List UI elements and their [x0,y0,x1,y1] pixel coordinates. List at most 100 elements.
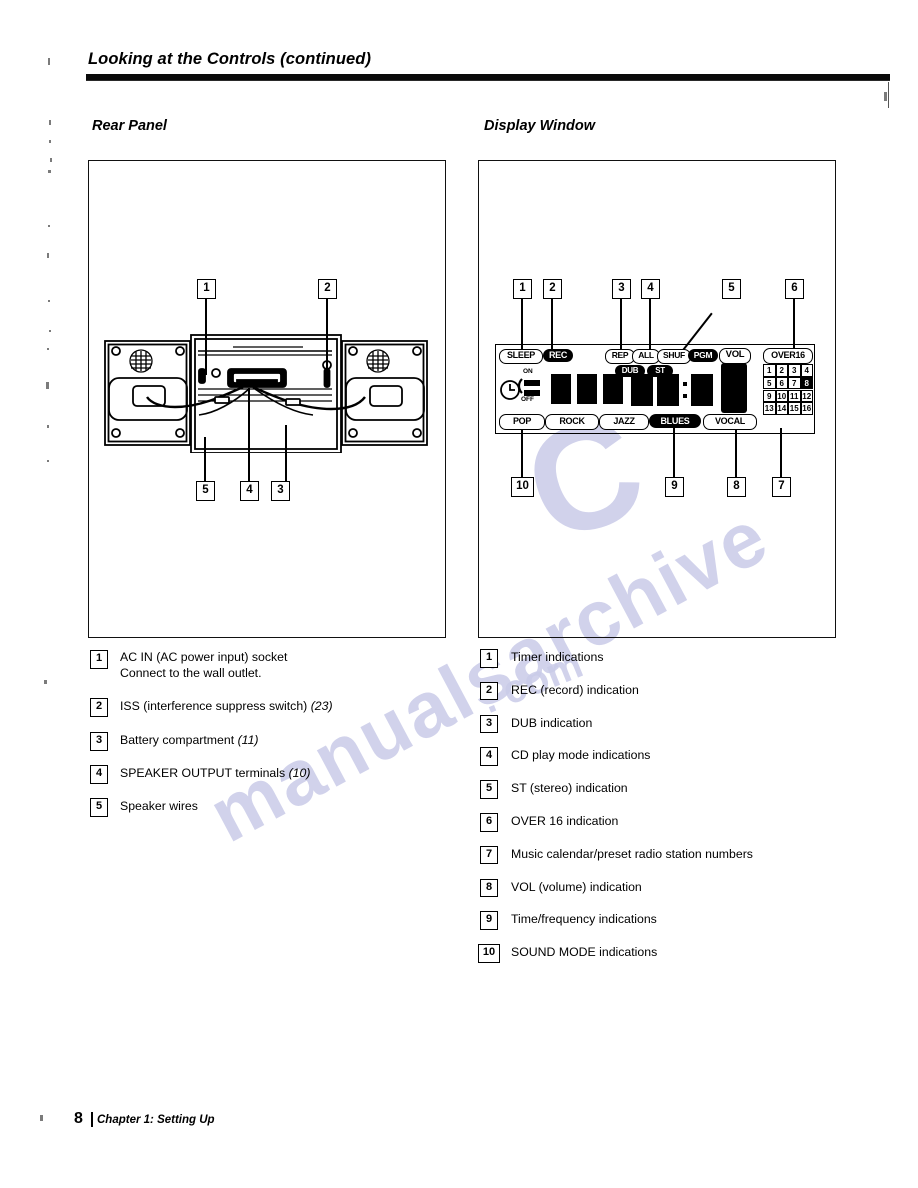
lcd-vol-label: VOL [719,348,751,364]
lcd-over16-indicator: OVER16 [763,348,813,364]
rear-callout-4: 4 [240,481,259,501]
display-leader-9 [673,428,675,477]
scan-artifact [884,92,887,101]
display-legend-text-3: DUB indication [511,715,593,730]
display-legend-text-5: ST (stereo) indication [511,781,628,796]
display-legend-num-9: 9 [480,911,498,930]
footer-page-number: 8 [74,1110,83,1127]
lcd-calendar-cell-6: 6 [775,376,788,390]
lcd-calendar-cell-1: 1 [763,364,776,377]
lcd-timer-off-label: OFF [521,396,534,403]
lcd-calendar-cell-14: 14 [775,402,788,415]
lcd-program-indicator: PGM [688,349,718,362]
display-callout-8: 8 [727,477,746,497]
scan-artifact [48,225,50,227]
section-heading-rear-panel: Rear Panel [92,118,167,134]
scan-artifact [49,330,51,332]
column-divider [888,82,889,108]
rear-legend-text-3-main: Battery compartment [120,733,235,747]
lcd-colon-top [683,382,687,386]
lcd-all-indicator: ALL [632,349,660,364]
lcd-colon-bottom [683,394,687,398]
scan-artifact [40,1115,43,1121]
lcd-calendar-cell-16: 16 [800,402,813,415]
lcd-calendar-cell-3: 3 [788,364,801,377]
rear-legend-text-1: AC IN (AC power input) socket Connect to… [120,650,287,681]
rear-legend-num-1: 1 [90,650,108,669]
scan-artifact [47,348,49,350]
rear-legend-num-4: 4 [90,765,108,784]
rear-legend-page-4: (10) [288,766,311,780]
lcd-shuffle-indicator: SHUF [657,349,691,364]
display-legend-num-1: 1 [480,649,498,668]
rear-legend-num-2: 2 [90,698,108,717]
lcd-char-3 [603,374,623,404]
lcd-calendar-cell-11: 11 [788,389,801,403]
lcd-sound-mode-rock: ROCK [545,414,599,430]
rear-legend-text-2-main: ISS (interference suppress switch) [120,699,308,713]
rear-legend-page-3: (11) [237,733,259,747]
lcd-sound-mode-pop: POP [499,414,545,430]
rear-legend-num-5: 5 [90,798,108,817]
display-legend-text-7: Music calendar/preset radio station numb… [511,846,753,861]
display-legend-text-6: OVER 16 indication [511,814,619,828]
lcd-digit-2 [657,374,679,406]
rear-legend-text-2: ISS (interference suppress switch) (23) [120,699,333,715]
display-legend-num-6: 6 [480,813,498,832]
lcd-calendar-cell-10: 10 [775,389,788,403]
display-legend-text-4: CD play mode indications [511,748,651,763]
section-heading-display-window: Display Window [484,118,596,134]
lcd-sound-mode-jazz: JAZZ [599,414,649,430]
display-legend-text-10: SOUND MODE indications [511,945,658,960]
scan-artifact [47,253,49,258]
page-title: Looking at the Controls (continued) [88,50,372,68]
display-callout-7: 7 [772,477,791,497]
rear-legend-text-4: SPEAKER OUTPUT terminals (10) [120,766,310,782]
scan-artifact [47,425,49,428]
scan-artifact [49,140,51,143]
display-legend-text-2: REC (record) indication [511,682,639,697]
footer-chapter: Chapter 1: Setting Up [97,1114,215,1126]
rear-callout-3: 3 [271,481,290,501]
display-leader-6 [793,297,795,351]
lcd-digit-3 [691,374,713,406]
scan-artifact [49,120,51,125]
display-callout-4: 4 [641,279,660,299]
scan-artifact [48,58,50,65]
rear-legend-text-1-line2: Connect to the wall outlet. [120,665,262,680]
rear-callout-1: 1 [197,279,216,299]
display-leader-8 [735,428,737,477]
lcd-calendar-cell-7: 7 [788,376,801,390]
lcd-char-2 [577,374,597,404]
lcd-calendar-cell-9: 9 [763,389,776,403]
display-legend-text-9: Time/frequency indications [511,912,657,927]
display-leader-10 [521,428,523,477]
lcd-calendar-cell-5: 5 [763,376,776,390]
lcd-calendar-cell-4: 4 [800,364,813,377]
display-legend-num-8: 8 [480,878,498,898]
display-callout-9: 9 [665,477,684,497]
rear-legend-text-4-main: SPEAKER OUTPUT terminals [120,766,286,780]
scan-artifact [48,300,50,302]
rear-legend-page-2: (23) [310,699,333,713]
display-callout-6: 6 [785,279,804,299]
rear-legend-text-5-main: Speaker wires [120,799,198,813]
rear-callout-5: 5 [196,481,215,501]
scan-artifact [48,170,51,173]
footer-divider [91,1112,93,1127]
display-leader-2 [551,297,553,351]
lcd-sound-mode-vocal: VOCAL [703,414,757,430]
display-legend-num-10: 10 [478,944,500,963]
rear-legend-text-3: Battery compartment (11) [120,733,259,749]
title-rule-thin [86,80,890,81]
rear-legend-text-5: Speaker wires [120,799,198,815]
display-callout-1: 1 [513,279,532,299]
display-leader-1 [521,297,523,351]
lcd-digit-1 [631,374,653,406]
rear-panel-illustration [104,334,428,453]
display-window-illustration: SLEEP REC REP ALL SHUF PGM DUB ST VOL OV… [495,344,815,434]
lcd-rec-indicator: REC [543,349,573,362]
display-legend-text-1: Timer indications [511,650,604,664]
display-legend-num-4: 4 [480,747,498,766]
manual-page: manualsarchive C . com Looking at the Co… [0,0,918,1188]
